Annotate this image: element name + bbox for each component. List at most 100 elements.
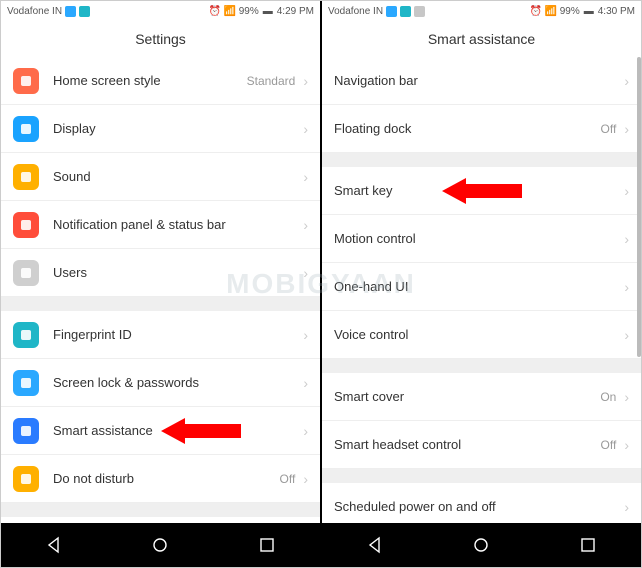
status-icon	[400, 6, 411, 17]
carrier-label: Vodafone IN	[328, 6, 383, 17]
section-gap	[322, 359, 641, 373]
row-value: Off	[280, 472, 296, 486]
chevron-right-icon: ›	[303, 73, 308, 89]
row-navigation-bar[interactable]: Navigation bar›	[322, 57, 641, 105]
row-smart-headset-control[interactable]: Smart headset controlOff ›	[322, 421, 641, 469]
scrollbar-thumb[interactable]	[637, 57, 641, 357]
clock: 4:30 PM	[598, 6, 635, 17]
row-label: Floating dock	[334, 121, 601, 136]
status-icon	[65, 6, 76, 17]
row-voice-control[interactable]: Voice control›	[322, 311, 641, 359]
alarm-icon: ⏰	[209, 5, 221, 17]
row-floating-dock[interactable]: Floating dockOff ›	[322, 105, 641, 153]
section-gap	[1, 503, 320, 517]
row-label: Navigation bar	[334, 73, 624, 88]
chevron-right-icon: ›	[624, 279, 629, 295]
row-notification-panel-status-bar[interactable]: Notification panel & status bar›	[1, 201, 320, 249]
row-label: Do not disturb	[53, 471, 280, 486]
row-users[interactable]: Users›	[1, 249, 320, 297]
chevron-right-icon: ›	[303, 471, 308, 487]
row-icon	[13, 212, 39, 238]
chevron-right-icon: ›	[624, 121, 629, 137]
chevron-right-icon: ›	[624, 73, 629, 89]
signal-icon: 📶	[545, 5, 557, 17]
smart-assistance-list[interactable]: Navigation bar›Floating dockOff›Smart ke…	[322, 57, 641, 523]
row-label: Motion control	[334, 231, 624, 246]
section-gap	[322, 153, 641, 167]
row-icon	[13, 322, 39, 348]
row-value: Off	[601, 122, 617, 136]
home-button[interactable]	[461, 525, 501, 565]
row-label: Screen lock & passwords	[53, 375, 303, 390]
scrollbar[interactable]	[637, 57, 641, 523]
status-icon	[79, 6, 90, 17]
recent-button[interactable]	[247, 525, 287, 565]
chevron-right-icon: ›	[303, 265, 308, 281]
row-label: Sound	[53, 169, 303, 184]
status-bar: Vodafone IN ⏰ 📶 99% ▬ 4:30 PM	[322, 1, 641, 21]
chevron-right-icon: ›	[624, 327, 629, 343]
row-label: One-hand UI	[334, 279, 624, 294]
chevron-right-icon: ›	[624, 389, 629, 405]
row-label: Smart headset control	[334, 437, 601, 452]
battery-pct: 99%	[239, 6, 259, 17]
left-screen: Vodafone IN ⏰ 📶 99% ▬ 4:29 PM Settings H…	[1, 1, 320, 567]
row-scheduled-power-on-and-off[interactable]: Scheduled power on and off›	[322, 483, 641, 523]
chevron-right-icon: ›	[303, 327, 308, 343]
carrier-label: Vodafone IN	[7, 6, 62, 17]
navigation-bar	[1, 523, 320, 567]
row-label: Notification panel & status bar	[53, 217, 303, 232]
chevron-right-icon: ›	[624, 437, 629, 453]
row-accounts[interactable]: Accounts›	[1, 517, 320, 523]
status-icon	[386, 6, 397, 17]
row-smart-key[interactable]: Smart key›	[322, 167, 641, 215]
section-gap	[1, 297, 320, 311]
row-smart-assistance[interactable]: Smart assistance›	[1, 407, 320, 455]
row-do-not-disturb[interactable]: Do not disturbOff ›	[1, 455, 320, 503]
row-label: Users	[53, 265, 303, 280]
row-label: Smart cover	[334, 389, 600, 404]
clock: 4:29 PM	[277, 6, 314, 17]
row-smart-cover[interactable]: Smart coverOn›	[322, 373, 641, 421]
row-label: Fingerprint ID	[53, 327, 303, 342]
signal-icon: 📶	[224, 5, 236, 17]
row-icon	[13, 164, 39, 190]
back-button[interactable]	[34, 525, 74, 565]
row-icon	[13, 68, 39, 94]
chevron-right-icon: ›	[303, 217, 308, 233]
row-display[interactable]: Display›	[1, 105, 320, 153]
row-value: Standard	[247, 74, 296, 88]
row-icon	[13, 260, 39, 286]
status-icon	[414, 6, 425, 17]
page-title: Settings	[1, 21, 320, 57]
chevron-right-icon: ›	[303, 169, 308, 185]
chevron-right-icon: ›	[303, 121, 308, 137]
back-button[interactable]	[355, 525, 395, 565]
row-label: Home screen style	[53, 73, 247, 88]
row-home-screen-style[interactable]: Home screen styleStandard ›	[1, 57, 320, 105]
row-icon	[13, 116, 39, 142]
battery-pct: 99%	[560, 6, 580, 17]
alarm-icon: ⏰	[530, 5, 542, 17]
row-fingerprint-id[interactable]: Fingerprint ID›	[1, 311, 320, 359]
row-icon	[13, 466, 39, 492]
right-screen: Vodafone IN ⏰ 📶 99% ▬ 4:30 PM Smart assi…	[322, 1, 641, 567]
row-label: Smart assistance	[53, 423, 303, 438]
row-label: Display	[53, 121, 303, 136]
row-screen-lock-passwords[interactable]: Screen lock & passwords›	[1, 359, 320, 407]
settings-list[interactable]: Home screen styleStandard›Display›Sound›…	[1, 57, 320, 523]
row-motion-control[interactable]: Motion control›	[322, 215, 641, 263]
recent-button[interactable]	[568, 525, 608, 565]
navigation-bar	[322, 523, 641, 567]
chevron-right-icon: ›	[303, 423, 308, 439]
chevron-right-icon: ›	[303, 375, 308, 391]
page-title: Smart assistance	[322, 21, 641, 57]
row-label: Voice control	[334, 327, 624, 342]
home-button[interactable]	[140, 525, 180, 565]
row-value: Off	[601, 438, 617, 452]
battery-icon: ▬	[262, 5, 274, 17]
row-label: Smart key	[334, 183, 624, 198]
row-sound[interactable]: Sound›	[1, 153, 320, 201]
row-one-hand-ui[interactable]: One-hand UI›	[322, 263, 641, 311]
chevron-right-icon: ›	[624, 183, 629, 199]
